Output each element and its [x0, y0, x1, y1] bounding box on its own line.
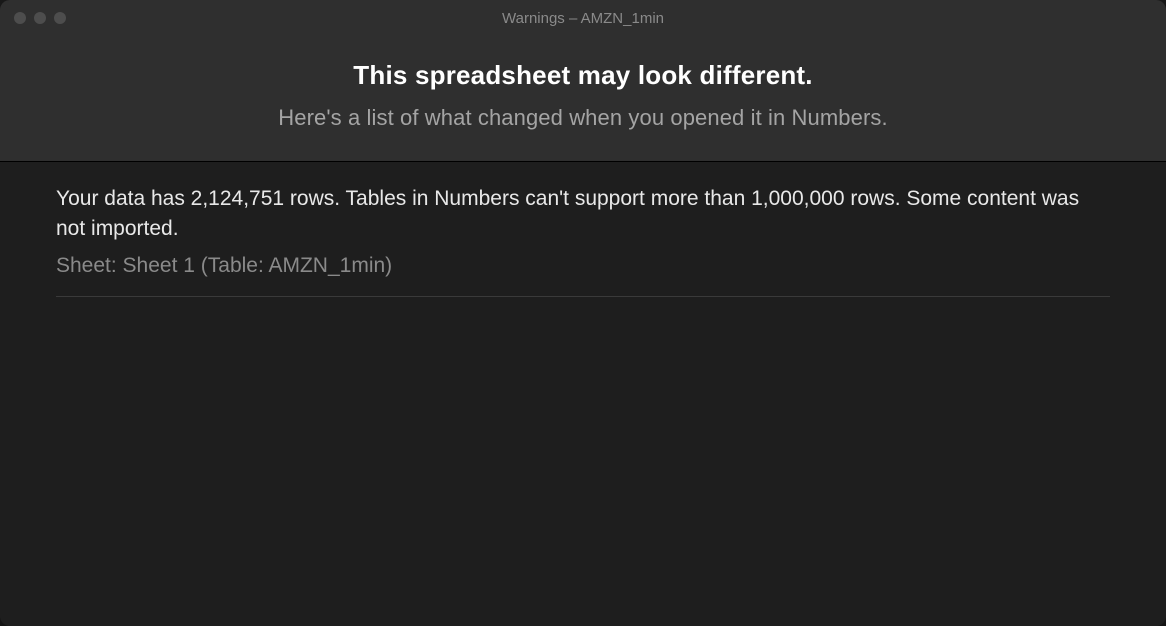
header-section: This spreadsheet may look different. Her… [0, 36, 1166, 162]
warning-item: Your data has 2,124,751 rows. Tables in … [56, 184, 1110, 297]
maximize-icon[interactable] [54, 12, 66, 24]
warnings-window: Warnings – AMZN_1min This spreadsheet ma… [0, 0, 1166, 626]
warning-location: Sheet: Sheet 1 (Table: AMZN_1min) [56, 251, 1110, 280]
minimize-icon[interactable] [34, 12, 46, 24]
header-title: This spreadsheet may look different. [20, 60, 1146, 91]
warnings-list: Your data has 2,124,751 rows. Tables in … [0, 162, 1166, 626]
warning-message: Your data has 2,124,751 rows. Tables in … [56, 184, 1110, 245]
header-subtitle: Here's a list of what changed when you o… [20, 105, 1146, 131]
close-icon[interactable] [14, 12, 26, 24]
titlebar: Warnings – AMZN_1min [0, 0, 1166, 36]
window-title: Warnings – AMZN_1min [0, 10, 1166, 27]
traffic-lights [0, 12, 66, 24]
